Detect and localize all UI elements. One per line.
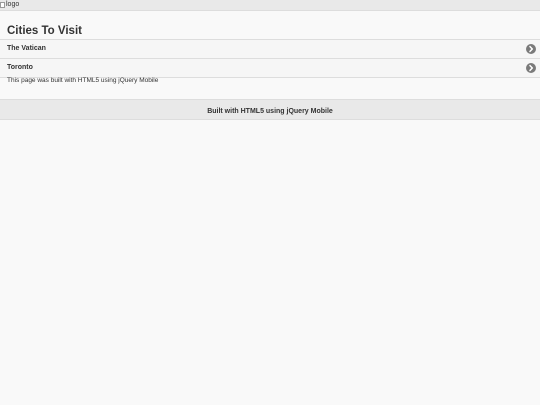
chevron-right-circle-icon: [526, 44, 536, 54]
page-title: Cities To Visit: [7, 25, 82, 37]
footer-bar: Built with HTML5 using jQuery Mobile: [0, 99, 540, 120]
list-item-label: Toronto: [7, 64, 33, 71]
list-item-the-vatican[interactable]: The Vatican: [0, 39, 540, 58]
header-bar: logo: [0, 0, 540, 11]
chevron-right-circle-icon: [526, 63, 536, 73]
footer-text: Built with HTML5 using jQuery Mobile: [207, 108, 333, 115]
info-text: This page was built with HTML5 using jQu…: [7, 77, 159, 84]
broken-image-icon: [0, 2, 5, 8]
list-item-toronto[interactable]: Toronto: [0, 58, 540, 78]
logo-alt-text: logo: [6, 1, 20, 8]
logo[interactable]: logo: [0, 0, 19, 10]
list-item-label: The Vatican: [7, 45, 46, 52]
city-list: The Vatican Toronto: [0, 39, 540, 78]
